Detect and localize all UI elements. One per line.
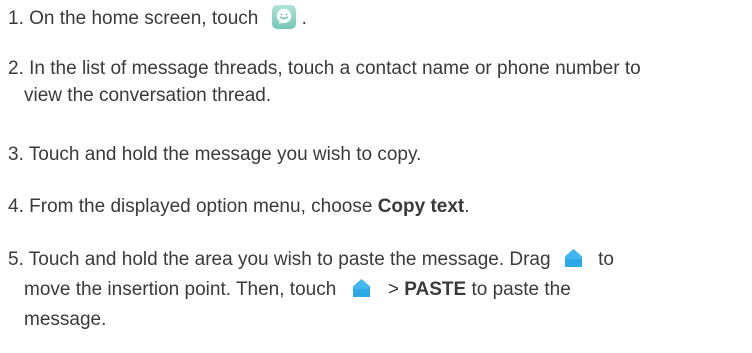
step-text-suffix: to paste the — [471, 278, 571, 300]
step-text-continued: view the conversation thread. — [24, 84, 272, 106]
menu-separator: > — [387, 278, 399, 300]
step-text: Touch and hold the area you wish to past… — [28, 249, 551, 270]
step-5-line-2: move the insertion point. Then, touch > … — [8, 279, 744, 302]
paste-option-label: PASTE — [404, 278, 467, 300]
copy-text-option-label: Copy text — [377, 196, 465, 217]
step-text: On the home screen, touch — [29, 8, 259, 29]
step-text: From the displayed option menu, choose — [29, 196, 373, 217]
step-text: In the list of message threads, touch a … — [29, 58, 641, 79]
step-number: 3. — [8, 144, 24, 165]
step-number: 4. — [8, 196, 24, 217]
insertion-handle-icon — [564, 248, 583, 268]
step-1: 1. On the home screen, touch . — [8, 4, 744, 31]
step-4: 4. From the displayed option menu, choos… — [8, 196, 744, 219]
step-number: 1. — [8, 8, 24, 29]
step-3: 3. Touch and hold the message you wish t… — [8, 144, 744, 167]
step-text: Touch and hold the message you wish to c… — [28, 144, 422, 165]
step-2: 2. In the list of message threads, touch… — [8, 58, 744, 108]
step-text-continued: message. — [24, 308, 107, 330]
step-4-line: 4. From the displayed option menu, choos… — [8, 196, 744, 219]
insertion-handle-icon — [352, 278, 371, 298]
instruction-document: 1. On the home screen, touch . 2. In the… — [0, 0, 752, 353]
step-5-line-3: message. — [8, 309, 744, 332]
step-number: 5. — [8, 249, 24, 270]
step-1-line: 1. On the home screen, touch . — [8, 4, 744, 31]
step-2-line-2: view the conversation thread. — [8, 85, 744, 108]
step-5: 5. Touch and hold the area you wish to p… — [8, 249, 744, 331]
step-text-continued: move the insertion point. Then, touch — [24, 278, 337, 300]
step-text-suffix: to — [598, 249, 614, 270]
step-number: 2. — [8, 58, 24, 79]
step-text-suffix: . — [464, 196, 470, 217]
step-2-line-1: 2. In the list of message threads, touch… — [8, 58, 744, 81]
messaging-app-icon — [271, 4, 296, 29]
step-3-line: 3. Touch and hold the message you wish t… — [8, 144, 744, 167]
step-text-suffix: . — [301, 8, 307, 29]
step-5-line-1: 5. Touch and hold the area you wish to p… — [8, 249, 744, 272]
